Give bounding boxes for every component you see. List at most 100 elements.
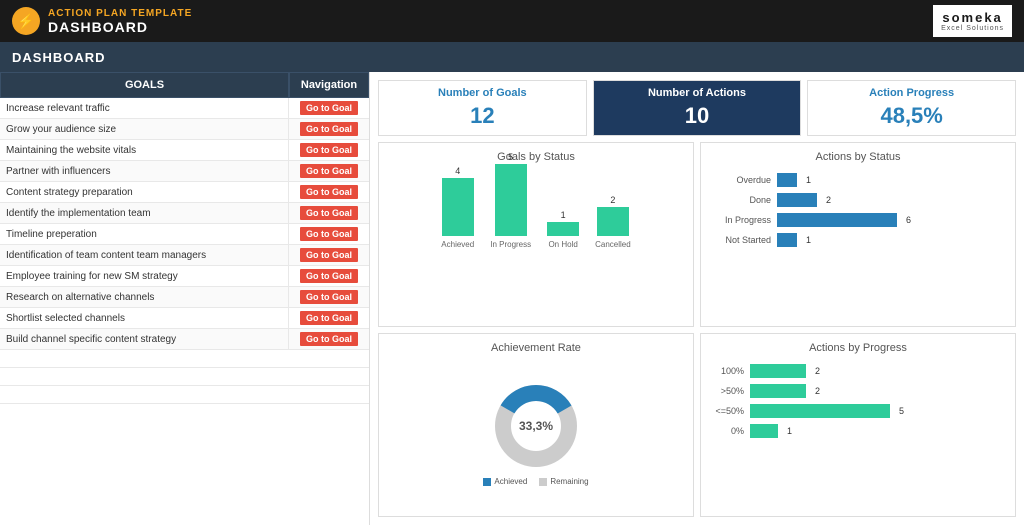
bar-category-label: Achieved [441,240,474,249]
goal-nav-cell: Go to Goal [289,308,369,328]
goals-column-header: GOALS [0,72,289,98]
subheader: DASHBOARD [0,42,1024,72]
charts-row-1: Goals by Status 4 Achieved 5 In Progress… [378,142,1016,327]
progress-stat-value: 48,5% [812,103,1011,129]
dashboard-label: DASHBOARD [48,19,192,35]
goto-goal-button[interactable]: Go to Goal [300,332,358,346]
bar [597,207,629,236]
bar-category-label: Cancelled [595,240,631,249]
goal-nav-cell: Go to Goal [289,140,369,160]
header: ⚡ ACTION PLAN TEMPLATE DASHBOARD someka … [0,0,1024,42]
hbar-label: Done [709,195,771,205]
hbar-bar [777,193,817,207]
legend-achieved: Achieved [483,477,527,486]
actions-stat-card: Number of Actions 10 [593,80,802,136]
goal-nav-cell: Go to Goal [289,98,369,118]
donut-wrapper: 33,3% [491,381,581,471]
goto-goal-button[interactable]: Go to Goal [300,206,358,220]
goto-goal-button[interactable]: Go to Goal [300,311,358,325]
progress-hbar-value: 5 [899,406,904,416]
goal-nav-cell: Go to Goal [289,182,369,202]
actions-by-status-chart: Actions by Status Overdue 1 Done 2 In Pr… [700,142,1016,327]
goto-goal-button[interactable]: Go to Goal [300,185,358,199]
nav-column-header: Navigation [289,72,369,98]
logo-name: someka [942,10,1002,25]
bar [547,222,579,236]
progress-hbar-value: 1 [787,426,792,436]
progress-hbar-row: 0% 1 [709,424,1007,438]
hbar-label: Overdue [709,175,771,185]
bar [495,164,527,236]
hbar-bar [777,233,797,247]
progress-hbar-value: 2 [815,366,820,376]
goto-goal-button[interactable]: Go to Goal [300,143,358,157]
legend-achieved-label: Achieved [494,477,527,486]
legend-achieved-dot [483,478,491,486]
goto-goal-button[interactable]: Go to Goal [300,269,358,283]
goal-name: Grow your audience size [0,119,289,139]
goto-goal-button[interactable]: Go to Goal [300,248,358,262]
progress-hbar-bar [750,364,806,378]
goals-by-status-chart: Goals by Status 4 Achieved 5 In Progress… [378,142,694,327]
hbar-row: In Progress 6 [709,213,1007,227]
empty-row-3 [0,386,369,404]
progress-hbar-label: 100% [709,366,744,376]
bar-value-label: 2 [610,195,615,205]
hbar-row: Done 2 [709,193,1007,207]
progress-hbar-row: >50% 2 [709,384,1007,398]
left-panel: GOALS Navigation Increase relevant traff… [0,72,370,525]
donut-label: 33,3% [519,419,553,433]
table-row: Identify the implementation team Go to G… [0,203,369,224]
charts-row-2: Achievement Rate 33,3% Achieved [378,333,1016,518]
hbar-label: In Progress [709,215,771,225]
goal-nav-cell: Go to Goal [289,287,369,307]
progress-hbar-row: 100% 2 [709,364,1007,378]
goto-goal-button[interactable]: Go to Goal [300,101,358,115]
bar-group: 1 On Hold [547,210,579,249]
header-titles: ACTION PLAN TEMPLATE DASHBOARD [48,8,192,35]
bar-value-label: 5 [508,152,513,162]
table-row: Shortlist selected channels Go to Goal [0,308,369,329]
goto-goal-button[interactable]: Go to Goal [300,164,358,178]
table-row: Content strategy preparation Go to Goal [0,182,369,203]
legend-remaining-label: Remaining [550,477,588,486]
hbar-row: Overdue 1 [709,173,1007,187]
hbar-bar [777,213,897,227]
goals-stat-label: Number of Goals [383,87,582,99]
goal-name: Content strategy preparation [0,182,289,202]
donut-legend: Achieved Remaining [483,477,588,486]
actions-by-progress-chart: Actions by Progress 100% 2 >50% 2 <=50% … [700,333,1016,518]
goal-nav-cell: Go to Goal [289,245,369,265]
goal-name: Maintaining the website vitals [0,140,289,160]
progress-stat-label: Action Progress [812,87,1011,99]
goals-bar-chart: 4 Achieved 5 In Progress 1 On Hold 2 Can… [387,169,685,249]
goal-name: Build channel specific content strategy [0,329,289,349]
progress-hbar-bar [750,404,890,418]
app-icon: ⚡ [12,7,40,35]
goal-nav-cell: Go to Goal [289,161,369,181]
goto-goal-button[interactable]: Go to Goal [300,227,358,241]
header-left: ⚡ ACTION PLAN TEMPLATE DASHBOARD [12,7,192,35]
goal-name: Increase relevant traffic [0,98,289,118]
goals-table-header: GOALS Navigation [0,72,369,98]
table-row: Partner with influencers Go to Goal [0,161,369,182]
actions-stat-label: Number of Actions [598,87,797,99]
bar-group: 5 In Progress [490,152,531,249]
goal-name: Research on alternative channels [0,287,289,307]
progress-hbar-row: <=50% 5 [709,404,1007,418]
table-row: Build channel specific content strategy … [0,329,369,350]
goal-name: Shortlist selected channels [0,308,289,328]
empty-row-1 [0,350,369,368]
goals-stat-card: Number of Goals 12 [378,80,587,136]
goal-name: Timeline preperation [0,224,289,244]
goal-nav-cell: Go to Goal [289,203,369,223]
goto-goal-button[interactable]: Go to Goal [300,122,358,136]
bar-group: 2 Cancelled [595,195,631,249]
goal-name: Partner with influencers [0,161,289,181]
goto-goal-button[interactable]: Go to Goal [300,290,358,304]
hbar-row: Not Started 1 [709,233,1007,247]
bar-category-label: In Progress [490,240,531,249]
actions-hbar-chart: Overdue 1 Done 2 In Progress 6 Not Start… [709,169,1007,251]
logo-sub: Excel Solutions [941,25,1004,32]
template-label: ACTION PLAN TEMPLATE [48,8,192,19]
